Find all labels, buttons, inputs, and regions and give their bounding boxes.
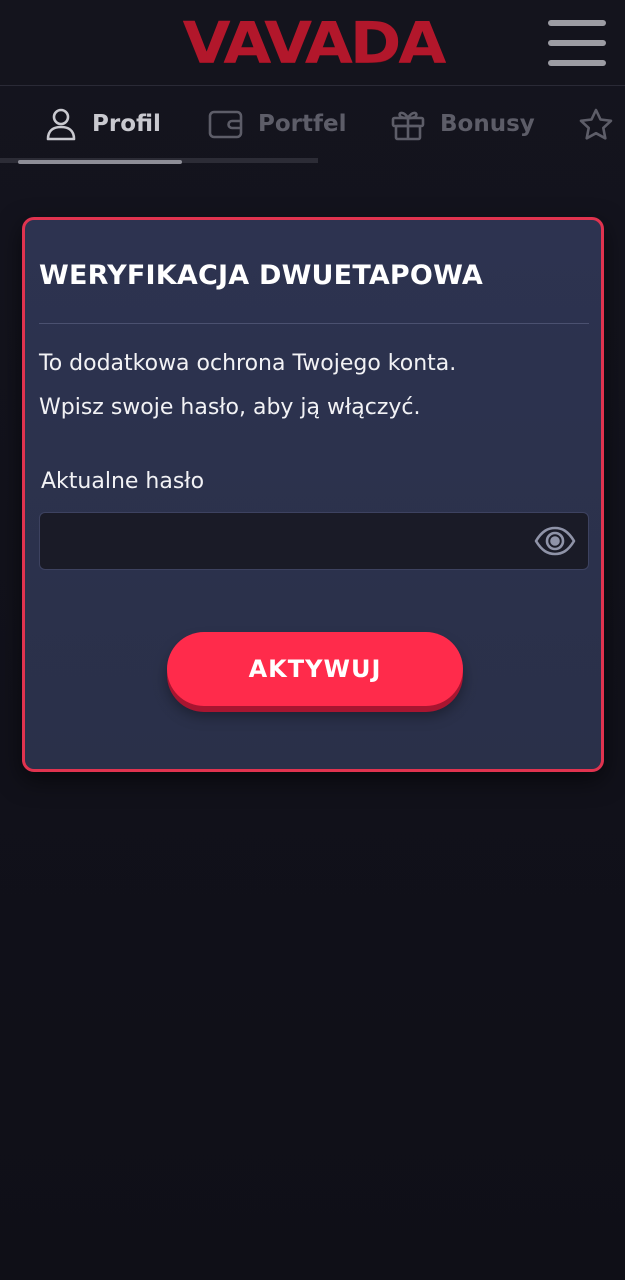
menu-bar — [548, 40, 606, 46]
divider — [39, 323, 589, 324]
tab-bonusy[interactable]: Bonusy — [390, 86, 535, 162]
card-title: WERYFIKACJA DWUETAPOWA — [39, 260, 483, 291]
active-tab-indicator — [18, 160, 182, 164]
tab-label: Portfel — [258, 111, 347, 137]
tab-label: Bonusy — [440, 111, 535, 137]
password-label: Aktualne hasło — [41, 469, 205, 494]
star-icon — [578, 107, 614, 141]
eye-icon[interactable] — [534, 525, 576, 557]
hamburger-menu-icon[interactable] — [548, 20, 606, 66]
tab-portfel[interactable]: Portfel — [208, 86, 347, 162]
password-field — [39, 512, 589, 570]
description-line: To dodatkowa ochrona Twojego konta. — [39, 351, 457, 376]
menu-bar — [548, 60, 606, 66]
menu-bar — [548, 20, 606, 26]
description-line: Wpisz swoje hasło, aby ją włączyć. — [39, 395, 421, 420]
two-factor-card: WERYFIKACJA DWUETAPOWA To dodatkowa ochr… — [22, 217, 604, 772]
vavada-logo[interactable]: VAVADA — [138, 10, 488, 76]
tab-favorites[interactable] — [578, 86, 614, 162]
password-input[interactable] — [40, 513, 520, 569]
wallet-icon — [208, 108, 244, 140]
tab-profil[interactable]: Profil — [44, 86, 161, 162]
activate-button[interactable]: AKTYWUJ — [167, 632, 463, 706]
top-header: VAVADA — [0, 0, 625, 86]
card-description: To dodatkowa ochrona Twojego konta. Wpis… — [39, 342, 589, 430]
gift-icon — [390, 107, 426, 141]
logo-text: VAVADA — [182, 8, 447, 77]
user-icon — [44, 107, 78, 141]
tab-label: Profil — [92, 111, 161, 137]
profile-tabs: Profil Portfel Bonusy — [0, 86, 625, 166]
page: VAVADA Profil Portfel Bonusy WERYFIKACJA… — [0, 0, 625, 1280]
